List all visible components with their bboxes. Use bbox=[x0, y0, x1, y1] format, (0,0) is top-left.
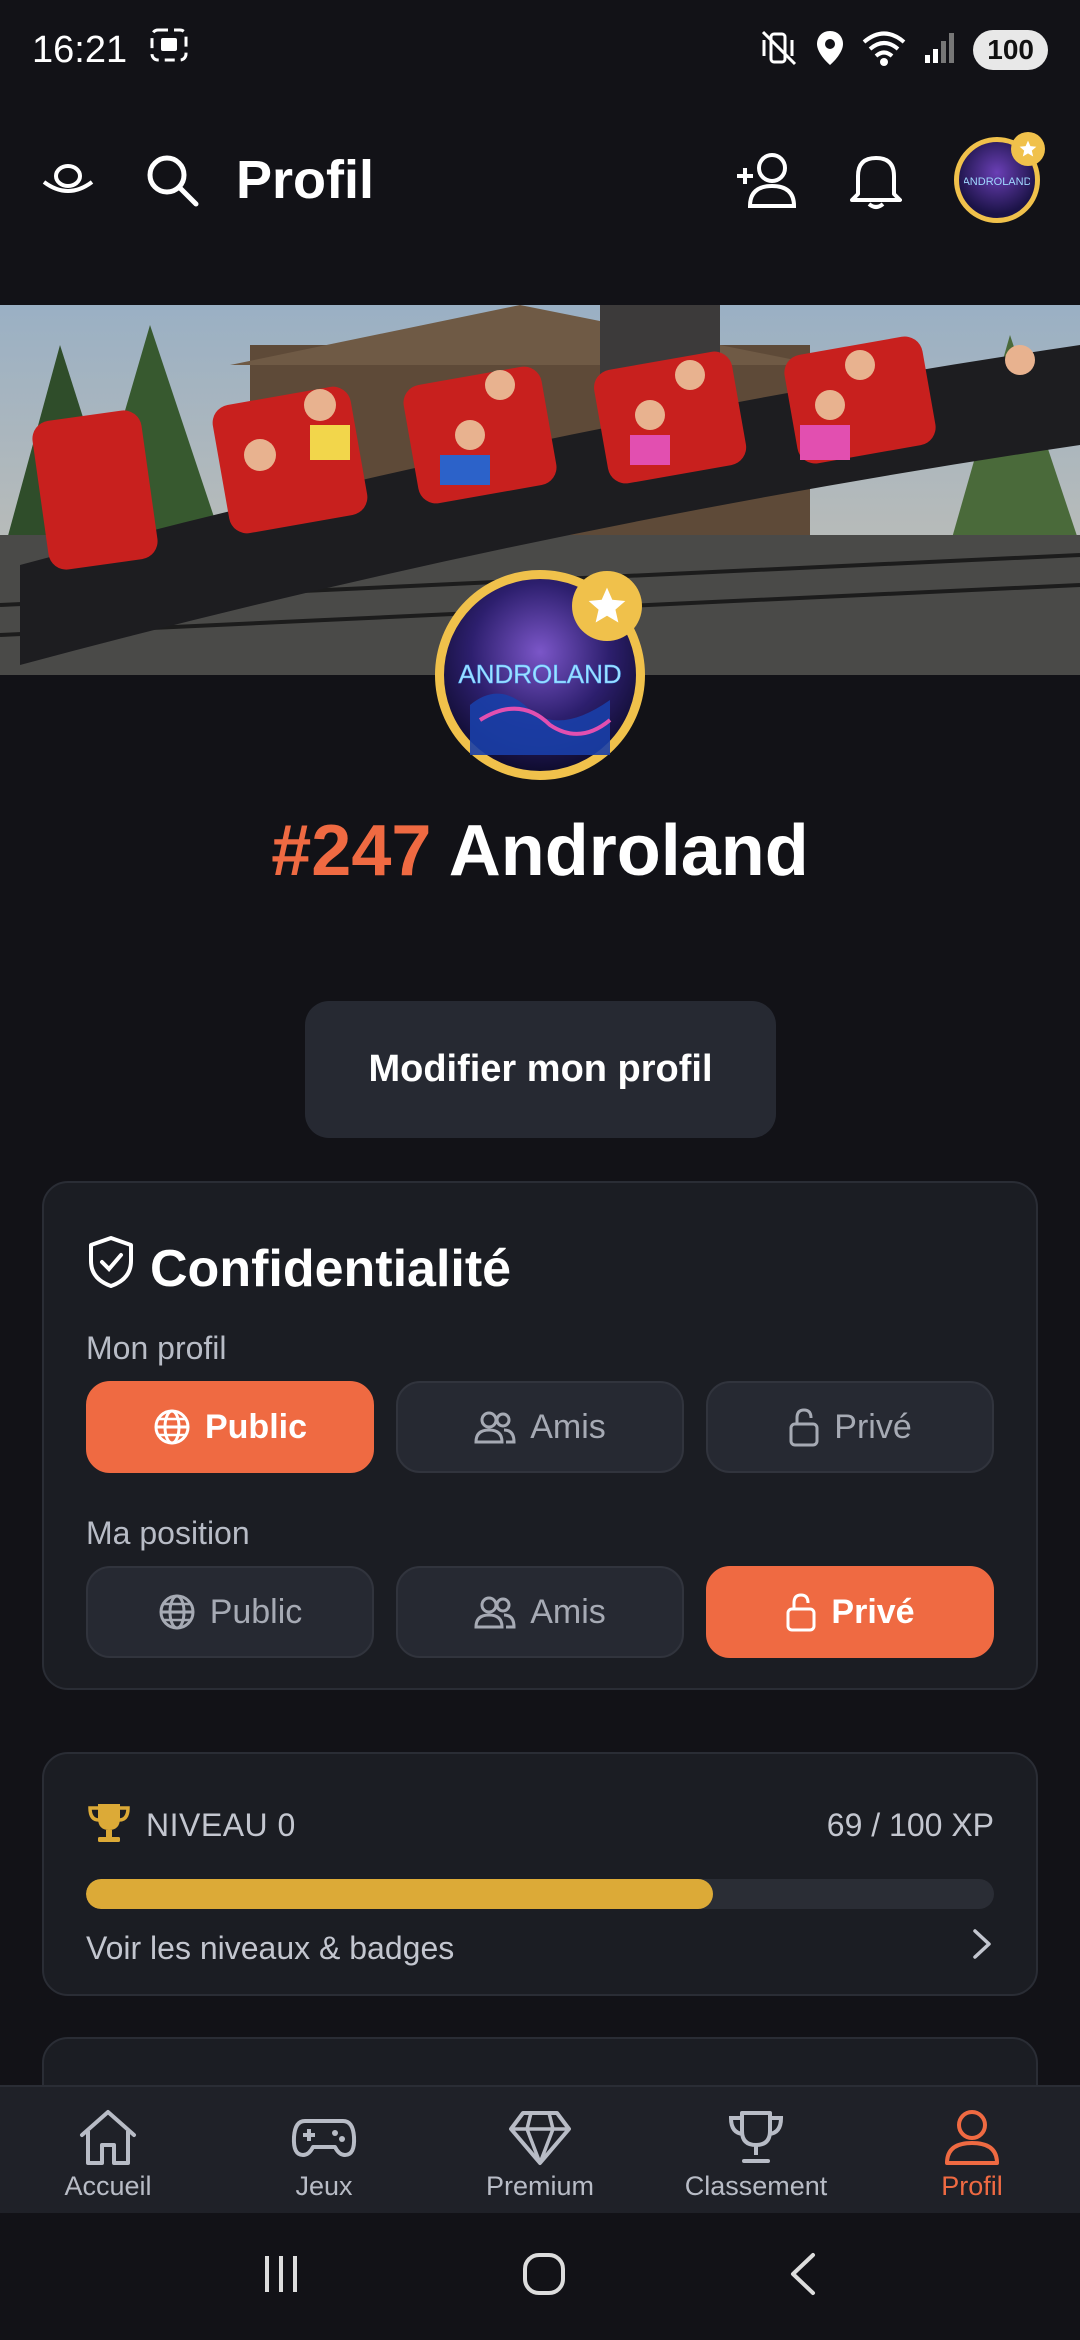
diamond-icon bbox=[509, 2110, 571, 2165]
bell-icon[interactable] bbox=[850, 150, 902, 210]
home-icon bbox=[80, 2109, 136, 2165]
option-label: Public bbox=[209, 1592, 303, 1631]
star-icon bbox=[572, 571, 642, 641]
nav-label: Accueil bbox=[64, 2170, 152, 2201]
level-label: NIVEAU 0 bbox=[146, 1807, 296, 1843]
nav-label: Premium bbox=[485, 2170, 594, 2201]
position-private-option[interactable]: Privé bbox=[706, 1566, 994, 1658]
home-button-icon[interactable] bbox=[521, 2251, 567, 2302]
option-label: Public bbox=[204, 1407, 308, 1446]
avatar[interactable]: ANDROLAND bbox=[954, 132, 1045, 223]
back-icon[interactable] bbox=[785, 2251, 821, 2302]
globe-icon bbox=[154, 1409, 190, 1445]
levels-badges-link[interactable]: Voir les niveaux & badges bbox=[86, 1927, 994, 1969]
globe-icon bbox=[159, 1594, 195, 1630]
wifi-icon bbox=[861, 29, 907, 72]
level-card[interactable]: NIVEAU 0 69 / 100 XP Voir les niveaux & … bbox=[42, 1752, 1038, 1996]
add-friend-icon[interactable] bbox=[734, 150, 798, 210]
users-icon bbox=[474, 1596, 516, 1629]
chevron-right-icon bbox=[970, 1927, 994, 1969]
rank-number: #247 bbox=[271, 811, 432, 891]
nav-label: Classement bbox=[684, 2170, 828, 2201]
search-icon[interactable] bbox=[144, 152, 200, 208]
battery-indicator: 100 bbox=[973, 30, 1048, 70]
option-label: Privé bbox=[831, 1592, 915, 1631]
mute-vibrate-icon bbox=[759, 28, 799, 73]
status-time: 16:21 bbox=[32, 28, 128, 71]
system-navigation-bar bbox=[0, 2213, 1080, 2340]
recent-apps-icon[interactable] bbox=[259, 2252, 303, 2301]
user-icon bbox=[945, 2109, 999, 2165]
position-friends-option[interactable]: Amis bbox=[396, 1566, 684, 1658]
profile-friends-option[interactable]: Amis bbox=[396, 1381, 684, 1473]
position-visibility-selector: Public Amis Privé bbox=[86, 1566, 994, 1658]
page-title: Profil bbox=[236, 150, 375, 210]
xp-progress-fill bbox=[86, 1879, 713, 1909]
privacy-title: Confidentialité bbox=[150, 1239, 512, 1298]
privacy-title-row: Confidentialité bbox=[86, 1235, 994, 1302]
position-visibility-label: Ma position bbox=[86, 1515, 250, 1551]
avatar-logo-text: ANDROLAND bbox=[458, 659, 621, 689]
profile-public-option[interactable]: Public bbox=[86, 1381, 374, 1473]
nav-item-classement[interactable]: Classement bbox=[648, 2087, 864, 2213]
status-bar: 16:21 100 bbox=[0, 0, 1080, 100]
lock-icon bbox=[789, 1408, 819, 1447]
levels-badges-label: Voir les niveaux & badges bbox=[86, 1929, 455, 1966]
privacy-card: Confidentialité Mon profil Public Amis P… bbox=[42, 1181, 1038, 1690]
screenshot-icon bbox=[149, 27, 189, 73]
avatar-logo-text: ANDROLAND bbox=[964, 176, 1030, 188]
lock-icon bbox=[786, 1593, 816, 1632]
profile-name: #247 Androland bbox=[0, 810, 1080, 892]
xp-progress-track bbox=[86, 1879, 994, 1909]
nav-item-accueil[interactable]: Accueil bbox=[0, 2087, 216, 2213]
nav-label: Jeux bbox=[295, 2170, 353, 2201]
star-icon bbox=[1011, 132, 1045, 166]
logo-icon[interactable] bbox=[40, 160, 96, 200]
profile-private-option[interactable]: Privé bbox=[706, 1381, 994, 1473]
option-label: Privé bbox=[834, 1407, 912, 1446]
xp-label: 69 / 100 XP bbox=[826, 1807, 994, 1843]
nav-item-jeux[interactable]: Jeux bbox=[216, 2087, 432, 2213]
profile-avatar[interactable]: ANDROLAND bbox=[435, 570, 645, 780]
bottom-navigation: Accueil Jeux Premium Classement Profil bbox=[0, 2085, 1080, 2213]
trophy-icon bbox=[86, 1800, 132, 1851]
signal-icon bbox=[923, 31, 957, 70]
shield-check-icon bbox=[86, 1235, 136, 1302]
nav-label: Profil bbox=[941, 2170, 1003, 2201]
location-icon bbox=[815, 29, 845, 72]
nav-item-premium[interactable]: Premium bbox=[432, 2087, 648, 2213]
gamepad-icon bbox=[291, 2118, 357, 2157]
position-public-option[interactable]: Public bbox=[86, 1566, 374, 1658]
option-label: Amis bbox=[530, 1592, 606, 1631]
profile-visibility-selector: Public Amis Privé bbox=[86, 1381, 994, 1473]
edit-profile-button[interactable]: Modifier mon profil bbox=[305, 1001, 776, 1138]
app-header: Profil ANDROLAND bbox=[0, 120, 1080, 240]
option-label: Amis bbox=[530, 1407, 606, 1446]
trophy-icon bbox=[728, 2110, 784, 2163]
nav-item-profil[interactable]: Profil bbox=[864, 2087, 1080, 2213]
profile-visibility-label: Mon profil bbox=[86, 1330, 227, 1366]
username: Androland bbox=[448, 811, 809, 891]
users-icon bbox=[474, 1411, 516, 1444]
